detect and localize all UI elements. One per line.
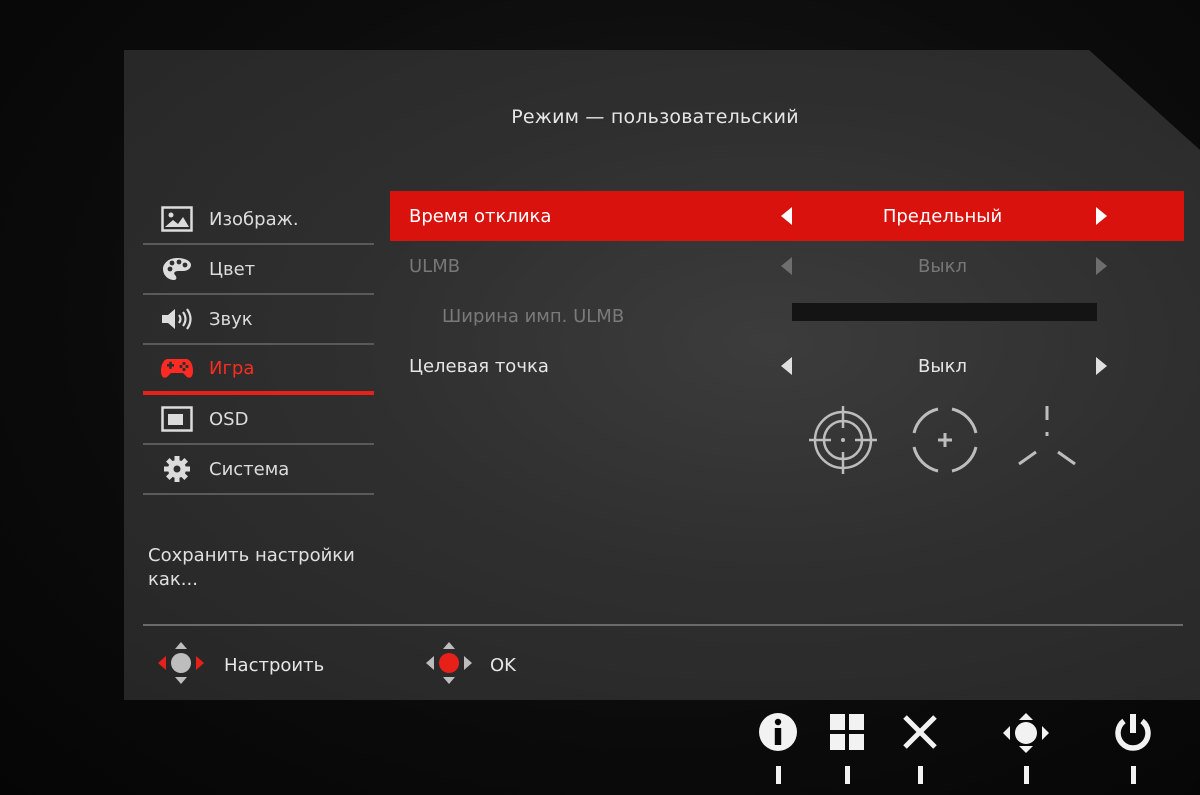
setting-value: Предельный	[882, 205, 1003, 227]
ulmb-pulse-slider[interactable]	[792, 303, 1097, 321]
hw-menu-button[interactable]	[823, 712, 871, 792]
power-icon	[1115, 714, 1151, 751]
info-icon	[759, 713, 797, 751]
sidebar-item-label: Система	[209, 458, 290, 480]
button-marker	[1023, 766, 1029, 784]
speaker-icon	[160, 305, 194, 333]
image-icon	[160, 205, 194, 233]
setting-value: Выкл	[918, 355, 967, 377]
setting-row-response-time[interactable]: Время отклика Предельный	[390, 191, 1184, 241]
setting-label: Ширина имп. ULMB	[442, 305, 625, 327]
hint-ok-label: OK	[490, 655, 516, 676]
sidebar-item-picture[interactable]: Изображ.	[143, 195, 374, 245]
arrow-left-icon[interactable]	[781, 207, 792, 225]
button-marker	[844, 766, 850, 784]
palette-icon	[160, 255, 194, 283]
save-settings-button[interactable]: Сохранить настройки как...	[148, 544, 378, 592]
sidebar-item-color[interactable]: Цвет	[143, 245, 374, 295]
hw-joystick-button[interactable]	[1002, 712, 1050, 792]
menu-grid-icon	[830, 714, 864, 750]
crosshair-tri-icon[interactable]	[1014, 400, 1080, 480]
arrow-left-icon[interactable]	[781, 357, 792, 375]
sidebar-menu: Изображ. Цвет Звук Игра OSD Система	[143, 195, 374, 495]
setting-row-aim-point[interactable]: Целевая точка Выкл	[390, 341, 1184, 391]
sidebar-item-system[interactable]: Система	[143, 445, 374, 495]
osd-window-icon	[160, 405, 194, 433]
setting-label: Время отклика	[409, 205, 552, 227]
joystick-press-icon	[424, 640, 474, 691]
osd-title: Режим — пользовательский	[511, 106, 799, 128]
sidebar-item-label: Изображ.	[209, 208, 299, 230]
gamepad-icon	[160, 354, 194, 382]
setting-value: Выкл	[918, 255, 967, 277]
arrow-right-icon[interactable]	[1096, 207, 1107, 225]
sidebar-item-label: Цвет	[209, 258, 256, 280]
hint-adjust: Настроить	[156, 640, 324, 691]
navigation-joystick-icon	[156, 640, 206, 691]
close-icon	[903, 715, 937, 749]
sidebar-item-label: OSD	[209, 408, 249, 430]
arrow-left-icon[interactable]	[781, 257, 792, 275]
navigation-joystick-icon	[1003, 713, 1049, 753]
hint-adjust-label: Настроить	[224, 655, 325, 676]
arrow-right-icon[interactable]	[1096, 257, 1107, 275]
hw-close-button[interactable]	[896, 712, 944, 792]
hw-power-button[interactable]	[1109, 712, 1157, 792]
footer-divider	[143, 624, 1183, 626]
crosshair-ring-icon[interactable]	[908, 400, 982, 480]
sidebar-item-sound[interactable]: Звук	[143, 295, 374, 345]
setting-row-ulmb[interactable]: ULMB Выкл	[390, 241, 1184, 291]
hw-info-button[interactable]	[754, 712, 802, 792]
setting-row-ulmb-pulse-width[interactable]: Ширина имп. ULMB	[390, 291, 1184, 341]
sidebar-item-label: Игра	[209, 357, 255, 379]
button-marker	[1130, 766, 1136, 784]
setting-label: ULMB	[409, 255, 461, 277]
sidebar-item-label: Звук	[209, 308, 253, 330]
crosshair-circle-icon[interactable]	[808, 400, 878, 480]
sidebar-item-osd[interactable]: OSD	[143, 395, 374, 445]
setting-label: Целевая точка	[409, 355, 549, 377]
sidebar-item-game[interactable]: Игра	[143, 345, 374, 395]
monitor-screen: Режим — пользовательский Изображ. Цвет З…	[0, 0, 1200, 795]
hint-ok: OK	[424, 640, 516, 691]
arrow-right-icon[interactable]	[1096, 357, 1107, 375]
button-marker	[775, 766, 781, 784]
gear-icon	[160, 455, 194, 483]
button-marker	[917, 766, 923, 784]
